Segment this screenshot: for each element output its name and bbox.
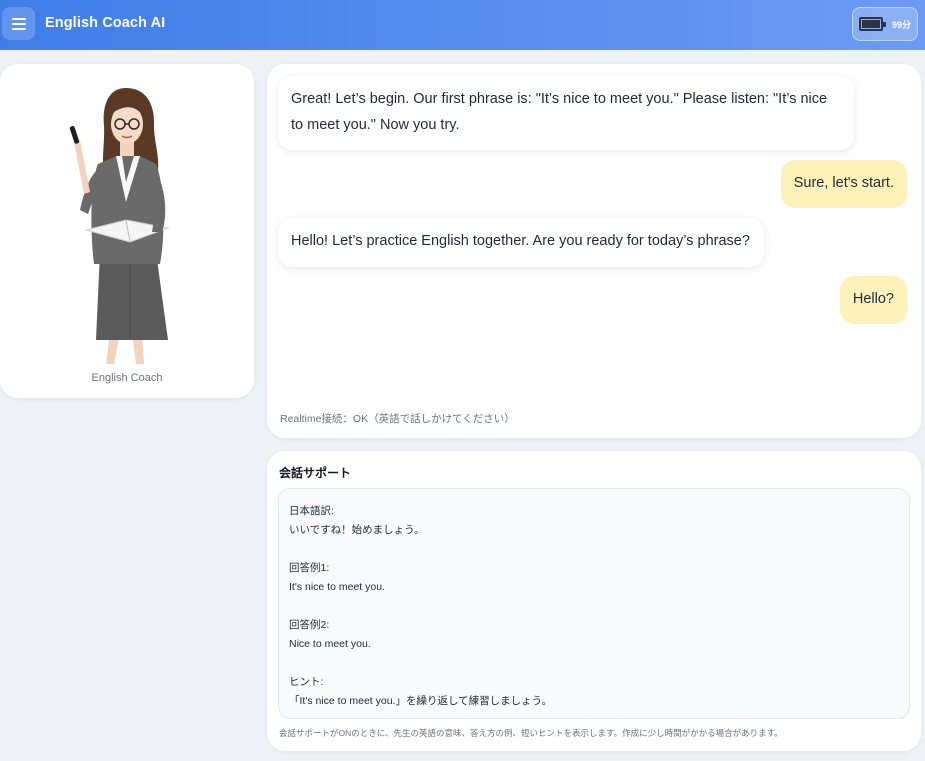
coach-caption: English Coach — [91, 372, 163, 384]
support-title: 会話サポート — [279, 466, 352, 480]
battery-indicator[interactable]: 99分 — [852, 7, 918, 41]
user-message: Sure, let's start. — [780, 160, 907, 208]
app-title: English Coach AI — [45, 15, 166, 31]
menu-button[interactable] — [2, 7, 35, 40]
battery-level-fill — [862, 20, 880, 28]
support-text: It's nice to meet you. — [289, 581, 385, 593]
coach-message: Hello! Let’s practice English together. … — [278, 218, 764, 267]
coach-card: English Coach — [0, 64, 254, 398]
support-label: ヒント: — [289, 676, 324, 688]
support-label: 回答例2: — [289, 619, 330, 631]
support-hint: ヒント: 「It's nice to meet you.」を繰り返して練習しまし… — [289, 673, 899, 711]
support-translation: 日本語訳: いいですね！始めましょう。 — [289, 502, 899, 540]
support-label: 日本語訳: — [289, 505, 334, 517]
support-text: 「It's nice to meet you.」を繰り返して練習しましょう。 — [289, 695, 553, 707]
app-header: English Coach AI 99分 — [0, 0, 925, 50]
support-example-1: 回答例1: It's nice to meet you. — [289, 559, 899, 597]
battery-icon — [859, 17, 886, 31]
chat-panel: Great! Let’s begin. Our first phrase is:… — [267, 64, 921, 438]
coach-message: Great! Let’s begin. Our first phrase is:… — [278, 76, 854, 150]
teacher-illustration — [69, 88, 170, 364]
conversation-support-panel: 会話サポート 日本語訳: いいですね！始めましょう。 回答例1: It's ni… — [267, 451, 921, 751]
hamburger-menu-icon — [11, 17, 26, 20]
battery-remaining-text: 99分 — [892, 19, 912, 30]
support-content: 日本語訳: いいですね！始めましょう。 回答例1: It's nice to m… — [278, 488, 910, 719]
support-label: 回答例1: — [289, 562, 330, 574]
connection-status: Realtime接続：OK（英語で話しかけてください） — [280, 413, 515, 425]
support-text: Nice to meet you. — [289, 638, 371, 650]
support-note: 会話サポートがONのときに、先生の英語の意味、答え方の例、短いヒントを表示します… — [279, 728, 783, 738]
user-message: Hello? — [839, 276, 907, 324]
support-example-2: 回答例2: Nice to meet you. — [289, 616, 899, 654]
support-text: いいですね！始めましょう。 — [289, 524, 425, 536]
